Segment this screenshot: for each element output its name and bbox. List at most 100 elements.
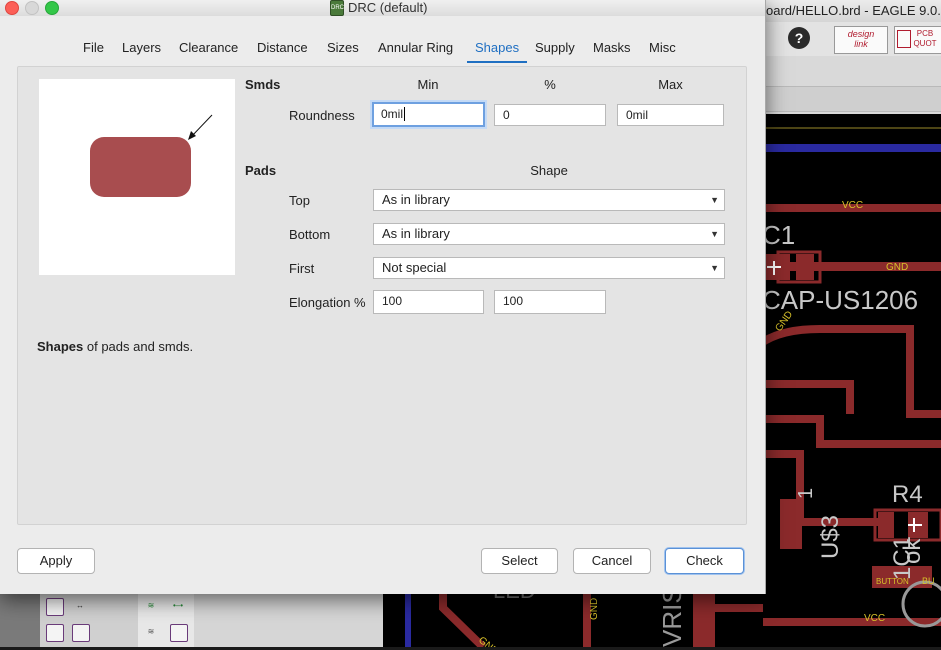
tab-sizes[interactable]: Sizes	[327, 40, 359, 61]
tab-file[interactable]: File	[83, 40, 104, 61]
board-traces: VCC C1 GND CAP-US1206 GND R4 1 U$3 ok BU…	[757, 127, 941, 628]
dropdown-arrow-icon: ▼	[710, 263, 719, 273]
select-button[interactable]: Select	[481, 548, 558, 574]
c1-pad	[796, 254, 814, 280]
check-button[interactable]: Check	[665, 548, 744, 574]
layer-stack-icon[interactable]: ≋	[143, 624, 159, 640]
component-tool-icon[interactable]	[72, 624, 90, 642]
tab-misc[interactable]: Misc	[649, 40, 676, 61]
minimize-window-button[interactable]	[25, 1, 39, 15]
elongation-label: Elongation %	[289, 295, 366, 310]
first-label: First	[289, 261, 315, 276]
first-shape-select[interactable]: Not special ▼	[373, 257, 725, 279]
component-tool-icon[interactable]	[46, 624, 64, 642]
board-canvas-bottom[interactable]: LED GND GND VRIS	[383, 578, 819, 650]
dialog-titlebar: DRC DRC (default)	[0, 0, 765, 16]
dialog-title: DRC (default)	[348, 0, 428, 16]
bottom-shape-value: As in library	[382, 226, 450, 241]
board-label: LED	[493, 594, 536, 603]
help-icon[interactable]: ?	[788, 27, 810, 49]
eagle-titlebar: oard/HELLO.brd - EAGLE 9.0.	[760, 0, 941, 23]
apply-button[interactable]: Apply	[17, 548, 95, 574]
bottom-label: Bottom	[289, 227, 331, 242]
close-window-button[interactable]	[5, 1, 19, 15]
board-label: VCC	[842, 200, 863, 211]
eagle-parameter-bar	[760, 56, 941, 114]
design-link-logo-line1: design	[847, 29, 875, 39]
u3-pad	[780, 499, 802, 549]
tab-description: Shapes of pads and smds.	[37, 339, 193, 354]
top-shape-select[interactable]: As in library ▼	[373, 189, 725, 211]
roundness-min-input[interactable]: 0mil	[372, 102, 485, 127]
board-label: R4	[892, 481, 923, 508]
dialog-title-wrap: DRC DRC (default)	[330, 0, 428, 16]
board-label: BU	[922, 576, 935, 586]
first-shape-value: Not special	[382, 260, 447, 275]
smds-heading: Smds	[245, 77, 281, 92]
drc-dialog: DRC DRC (default) File Layers Clearance D…	[0, 0, 766, 594]
vcc-top-rail	[760, 144, 941, 152]
board-label: C1	[762, 220, 795, 250]
design-link-button[interactable]: design link	[834, 26, 888, 54]
shape-preview	[39, 79, 235, 275]
tab-clearance[interactable]: Clearance	[179, 40, 238, 61]
trace	[760, 380, 854, 414]
trace	[760, 450, 880, 526]
tab-masks[interactable]: Masks	[593, 40, 631, 61]
elongation-offset-input[interactable]: 100	[494, 290, 606, 314]
col-max-header: Max	[658, 77, 683, 92]
dropdown-arrow-icon: ▼	[710, 195, 719, 205]
board-label: VCC	[864, 613, 885, 624]
roundness-label: Roundness	[289, 108, 355, 123]
smd-pad-shape	[90, 137, 191, 197]
board-label: U$3	[817, 515, 844, 559]
move-tool-icon[interactable]: ↔	[72, 598, 88, 614]
top-label: Top	[289, 193, 310, 208]
pcb-quote-icon	[897, 30, 911, 48]
eagle-window-title: oard/HELLO.brd - EAGLE 9.0.	[766, 3, 941, 18]
net-tool-icon[interactable]: •–•	[170, 598, 186, 614]
pads-heading: Pads	[245, 163, 277, 178]
top-shape-value: As in library	[382, 192, 450, 207]
attribute-tool-icon[interactable]	[46, 598, 64, 616]
board-label: VRIS	[657, 594, 687, 647]
dropdown-arrow-icon: ▼	[710, 229, 719, 239]
roundness-max-input[interactable]: 0mil	[617, 104, 724, 126]
command-palette: ↔ ≋ •–• ≋	[0, 594, 383, 647]
board-label: GND	[886, 262, 908, 273]
roundness-arrow-icon	[190, 114, 213, 138]
trace	[760, 415, 941, 448]
roundness-percent-input[interactable]: 0	[494, 104, 606, 126]
elongation-long-input[interactable]: 100	[373, 290, 484, 314]
board-canvas[interactable]: VCC C1 GND CAP-US1206 GND R4 1 U$3 ok BU…	[757, 114, 941, 647]
roundness-min-value: 0mil	[381, 107, 404, 121]
description-bold: Shapes	[37, 339, 84, 354]
drc-icon: DRC	[330, 0, 344, 16]
design-link-logo-line2: link	[854, 39, 868, 49]
pcb-quote-line2: QUOT	[913, 39, 937, 48]
shape-preview-graphic	[90, 114, 213, 197]
bottom-shape-select[interactable]: As in library ▼	[373, 223, 725, 245]
tab-shapes[interactable]: Shapes	[467, 40, 528, 63]
board-label: 1	[795, 488, 817, 499]
tab-distance[interactable]: Distance	[257, 40, 308, 61]
tab-supply[interactable]: Supply	[535, 40, 575, 61]
tab-bar: File Layers Clearance Distance Sizes Ann…	[0, 40, 765, 66]
cancel-button[interactable]: Cancel	[573, 548, 651, 574]
board-label: 1C1	[889, 536, 916, 580]
zoom-window-button[interactable]	[45, 1, 59, 15]
attribute-tool-icon[interactable]	[170, 624, 188, 642]
col-shape-header: Shape	[530, 163, 568, 178]
col-min-header: Min	[417, 77, 439, 92]
description-text: of pads and smds.	[83, 339, 194, 354]
layer-stack-icon[interactable]: ≋	[143, 598, 159, 614]
tab-annular-ring[interactable]: Annular Ring	[378, 40, 453, 61]
pcb-quote-line1: PCB	[916, 29, 934, 38]
tab-layers[interactable]: Layers	[122, 40, 161, 61]
board-label: GND	[476, 635, 500, 647]
board-label: GND	[589, 598, 600, 620]
pcb-quote-button[interactable]: PCB QUOT	[894, 26, 941, 54]
r4-pad	[878, 512, 894, 538]
board-traces-bottom: LED GND GND VRIS	[405, 578, 819, 650]
col-percent-header: %	[544, 77, 556, 92]
